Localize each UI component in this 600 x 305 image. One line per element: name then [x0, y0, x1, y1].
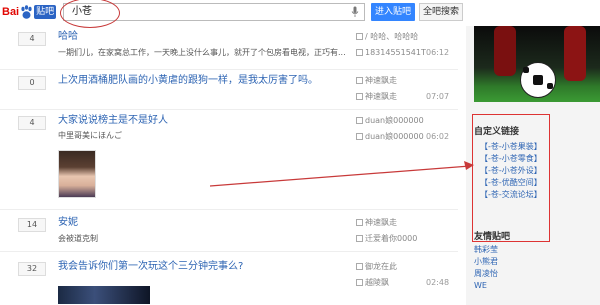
logo-tieba-text: 贴吧	[34, 5, 57, 19]
thread-title[interactable]: 哈哈	[58, 30, 78, 44]
reply-icon	[356, 49, 363, 56]
football-banner-image[interactable]	[474, 26, 600, 102]
last-replier[interactable]: 18314551541T	[356, 47, 426, 58]
user-icon	[356, 117, 363, 124]
friend-bars-title: 友情贴吧	[474, 232, 511, 242]
thread-title[interactable]: 安妮	[58, 216, 78, 230]
reply-count: 32	[18, 262, 46, 276]
thread-author[interactable]: 御龙在此	[356, 261, 397, 272]
search-all-button[interactable]: 全吧搜索	[419, 3, 463, 21]
reply-icon	[356, 133, 363, 140]
thread-time: 02:48	[426, 278, 450, 287]
thread-snippet: 会被道克制	[58, 234, 98, 243]
custom-link[interactable]: 【-苍-交流论坛】	[480, 190, 542, 200]
custom-link[interactable]: 【-苍-小苍零食】	[480, 154, 542, 164]
thread-row[interactable]: 4 哈哈 一期们儿，在家窝总工作，一天晚上没什么事儿，就开了个包房看电视，正巧有…	[0, 26, 458, 70]
thread-time: 06:12	[426, 48, 450, 57]
reply-count: 4	[18, 116, 46, 130]
thread-thumbnail-image[interactable]	[58, 286, 150, 304]
thread-author[interactable]: duan娘000000	[356, 115, 424, 126]
thread-row[interactable]: 4 大家说说榜主是不是好人 中里哥美にほんご duan娘000000 duan娘…	[0, 110, 458, 210]
custom-link[interactable]: 【-苍-小苍果装】	[480, 142, 542, 152]
custom-links-title: 自定义链接	[474, 127, 520, 137]
friend-bar-link[interactable]: 小熊君	[474, 257, 498, 267]
thread-snippet: 一期们儿，在家窝总工作，一天晚上没什么事儿，就开了个包房看电视，正巧有...	[58, 48, 346, 57]
thread-author[interactable]: 神速飘走	[356, 217, 397, 228]
last-replier[interactable]: duan娘000000	[356, 131, 424, 142]
last-replier[interactable]: 越陵飘	[356, 277, 389, 288]
thread-title[interactable]: 我会告诉你们第一次玩这个三分钟完事么?	[58, 260, 243, 274]
microphone-icon[interactable]	[351, 6, 359, 18]
player-leg-shape	[494, 26, 516, 76]
paw-icon	[21, 4, 32, 19]
reply-count: 4	[18, 32, 46, 46]
top-bar: Bai 贴吧 小苍 进入贴吧 全吧搜索	[0, 0, 600, 28]
friend-bar-link[interactable]: 周凌怡	[474, 269, 498, 279]
custom-link[interactable]: 【-苍-小苍外设】	[480, 166, 542, 176]
custom-link[interactable]: 【-苍-优酷空间】	[480, 178, 542, 188]
thread-snippet: 中里哥美にほんご	[58, 131, 122, 140]
user-icon	[356, 263, 363, 270]
thread-row[interactable]: 32 我会告诉你们第一次玩这个三分钟完事么? 御龙在此 越陵飘 02:48	[0, 252, 458, 305]
thread-author[interactable]: / 哈哈、哈哈哈	[356, 31, 418, 42]
reply-icon	[356, 93, 363, 100]
thread-time: 07:07	[426, 92, 450, 101]
logo-bai-text: Bai	[2, 6, 20, 18]
thread-row[interactable]: 14 安妮 会被道克制 神速飘走 迁爱着你0000	[0, 210, 458, 252]
baidu-tieba-logo[interactable]: Bai 贴吧	[2, 2, 60, 22]
thread-thumbnail-image[interactable]	[58, 150, 96, 198]
thread-time: 06:02	[426, 132, 450, 141]
last-replier[interactable]: 迁爱着你0000	[356, 233, 417, 244]
last-replier[interactable]: 神速飘走	[356, 91, 397, 102]
thread-list: 4 哈哈 一期们儿，在家窝总工作，一天晚上没什么事儿，就开了个包房看电视，正巧有…	[0, 26, 458, 305]
reply-count: 14	[18, 218, 46, 232]
user-icon	[356, 219, 363, 226]
right-sidebar: 自定义链接 【-苍-小苍果装】 【-苍-小苍零食】 【-苍-小苍外设】 【-苍-…	[466, 26, 600, 305]
thread-author[interactable]: 神速飘走	[356, 75, 397, 86]
thread-row[interactable]: 0 上次用酒桶肥队画的小黄虐的跟狗一样，是我太厉害了吗。 神速飘走 神速飘走 0…	[0, 70, 458, 110]
thread-title[interactable]: 大家说说榜主是不是好人	[58, 114, 168, 128]
player-leg-shape	[564, 26, 586, 81]
reply-icon	[356, 279, 363, 286]
friend-bar-link[interactable]: WE	[474, 281, 487, 291]
annotation-ellipse	[60, 0, 120, 28]
soccer-ball-icon	[520, 62, 556, 98]
thread-title[interactable]: 上次用酒桶肥队画的小黄虐的跟狗一样，是我太厉害了吗。	[58, 74, 318, 88]
friend-bar-link[interactable]: 韩彩莹	[474, 245, 498, 255]
user-icon	[356, 77, 363, 84]
reply-icon	[356, 235, 363, 242]
user-icon	[356, 33, 363, 40]
reply-count: 0	[18, 76, 46, 90]
enter-tieba-button[interactable]: 进入贴吧	[371, 3, 415, 21]
